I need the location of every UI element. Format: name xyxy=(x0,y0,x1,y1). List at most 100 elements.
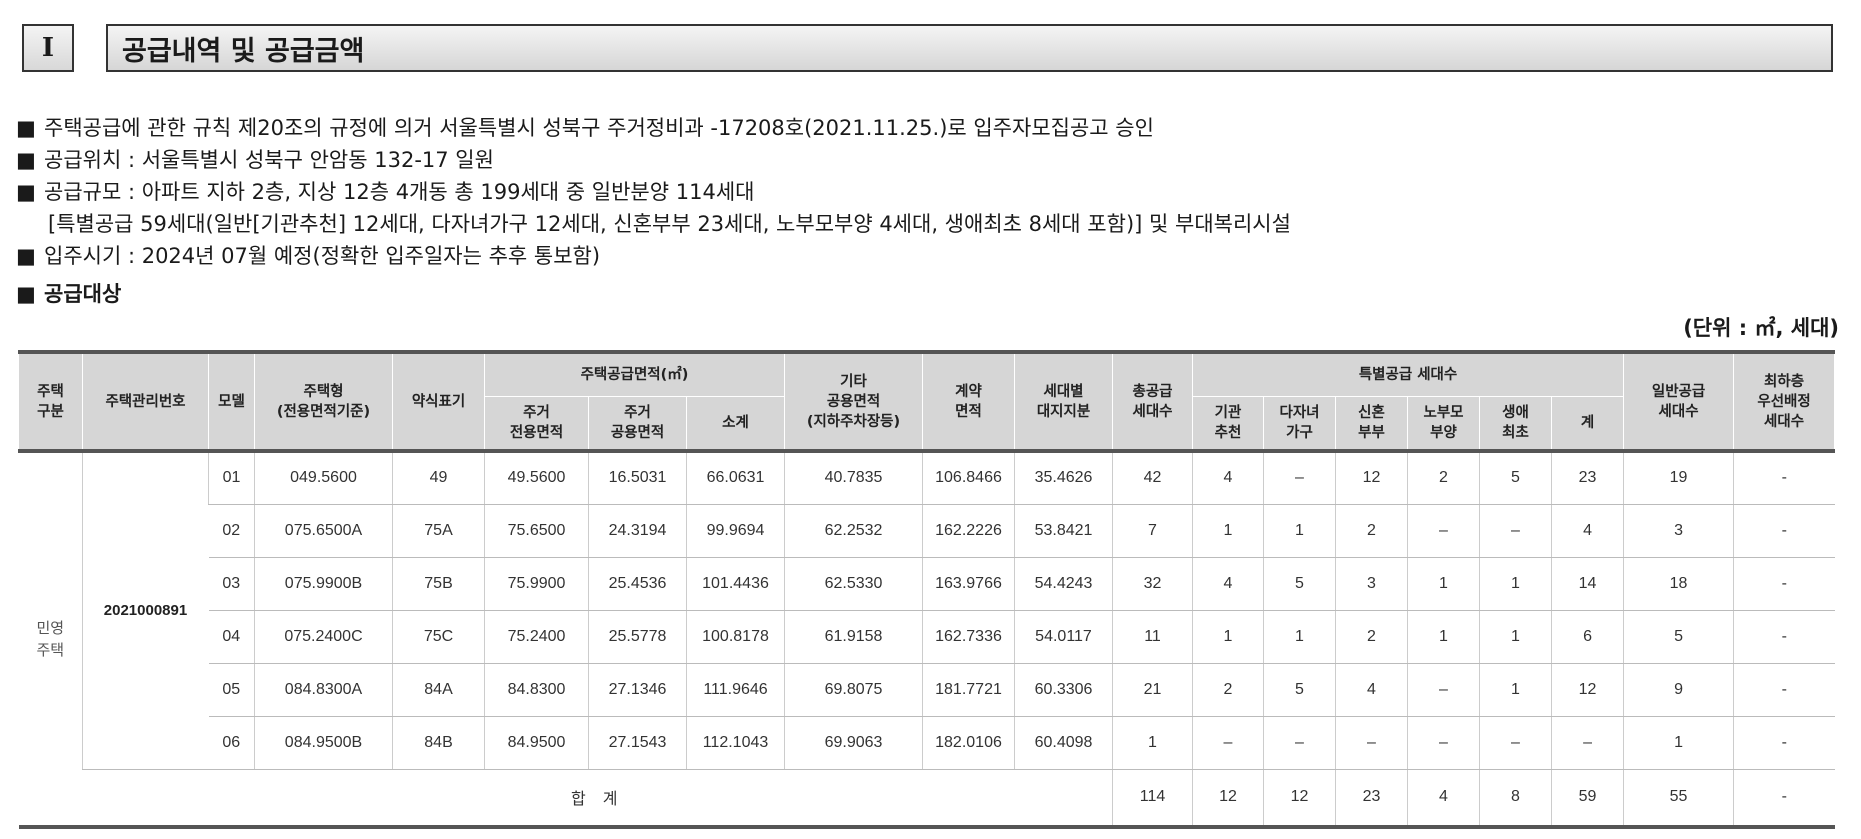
cell-land: 35.4626 xyxy=(1014,451,1113,505)
cell-land: 60.3306 xyxy=(1014,663,1113,717)
cell-model: 04 xyxy=(208,610,255,664)
cell-total: 1 xyxy=(1112,716,1193,770)
cell-total: 11 xyxy=(1112,610,1193,664)
cell-agency: 4 xyxy=(1192,557,1264,611)
cell-model: 06 xyxy=(208,716,255,770)
cell-subtotal: 101.4436 xyxy=(686,557,785,611)
cell-sp-total: 12 xyxy=(1550,663,1624,717)
cell-exclusive: 84.9500 xyxy=(484,716,589,770)
total-first: 8 xyxy=(1479,769,1552,828)
th-elderly: 노부모 부양 xyxy=(1407,395,1480,453)
table-row: 04 075.2400C 75C 75.2400 25.5778 100.817… xyxy=(19,610,1835,664)
cell-abbr: 84A xyxy=(392,663,485,717)
cell-first: 1 xyxy=(1479,610,1552,664)
total-supply: 114 xyxy=(1112,769,1193,828)
cell-total: 7 xyxy=(1112,504,1193,558)
table-row: 06 084.9500B 84B 84.9500 27.1543 112.104… xyxy=(19,716,1835,770)
cell-multi: 5 xyxy=(1263,663,1336,717)
total-sp-total: 59 xyxy=(1550,769,1624,828)
total-elderly: 4 xyxy=(1407,769,1480,828)
bullet-list: ■ 주택공급에 관한 규칙 제20조의 규정에 의거 서울특별시 성북구 주거정비… xyxy=(16,112,1291,310)
cell-newlywed: 2 xyxy=(1335,610,1408,664)
th-house-type: 주택형 (전용면적기준) xyxy=(254,351,393,453)
cell-land: 60.4098 xyxy=(1014,716,1113,770)
cell-type: 049.5600 xyxy=(254,451,393,505)
cell-first: 5 xyxy=(1479,451,1552,505)
cell-exclusive: 75.6500 xyxy=(484,504,589,558)
cell-subtotal: 99.9694 xyxy=(686,504,785,558)
mgmt-no-cell: 2021000891 xyxy=(82,451,209,770)
cell-common: 24.3194 xyxy=(588,504,687,558)
house-category-cell: 민영 주택 xyxy=(36,619,65,659)
table-body: 민영 주택 2021000891 01 049.5600 49 49.5600 … xyxy=(19,451,1835,828)
cell-abbr: 49 xyxy=(392,451,485,505)
cell-contract: 106.8466 xyxy=(922,451,1015,505)
cell-abbr: 75A xyxy=(392,504,485,558)
cell-first: 1 xyxy=(1479,663,1552,717)
cell-sp-total: 23 xyxy=(1550,451,1624,505)
cell-general: 1 xyxy=(1623,716,1734,770)
cell-multi: 1 xyxy=(1263,610,1336,664)
unit-note: (단위 : ㎡, 세대) xyxy=(1683,316,1839,340)
th-subtotal: 소계 xyxy=(686,395,785,453)
cell-first: – xyxy=(1479,716,1552,770)
total-label: 합 계 xyxy=(82,769,1113,828)
cell-first: 1 xyxy=(1479,557,1552,611)
th-contract-area: 계약 면적 xyxy=(922,351,1015,453)
cell-subtotal: 111.9646 xyxy=(686,663,785,717)
cell-lowest: - xyxy=(1733,716,1835,770)
bullet-square-icon: ■ xyxy=(16,148,36,172)
cell-exclusive: 84.8300 xyxy=(484,663,589,717)
cell-contract: 182.0106 xyxy=(922,716,1015,770)
th-total-supply: 총공급 세대수 xyxy=(1112,351,1193,453)
cell-elderly: 1 xyxy=(1407,610,1480,664)
th-agency: 기관 추천 xyxy=(1192,395,1264,453)
cell-type: 084.8300A xyxy=(254,663,393,717)
cell-general: 19 xyxy=(1623,451,1734,505)
cell-agency: 2 xyxy=(1192,663,1264,717)
th-newlywed: 신혼 부부 xyxy=(1335,395,1408,453)
bullet-location: ■ 공급위치 : 서울특별시 성북구 안암동 132-17 일원 xyxy=(16,144,1291,176)
cell-newlywed: 2 xyxy=(1335,504,1408,558)
cell-total: 21 xyxy=(1112,663,1193,717)
table-row: 05 084.8300A 84A 84.8300 27.1346 111.964… xyxy=(19,663,1835,717)
bullet-move-in: ■ 입주시기 : 2024년 07월 예정(정확한 입주일자는 추후 통보함) xyxy=(16,240,1291,272)
th-abbrev: 약식표기 xyxy=(392,351,485,453)
cell-abbr: 75B xyxy=(392,557,485,611)
cell-common: 16.5031 xyxy=(588,451,687,505)
bullet-scale-detail: [특별공급 59세대(일반[기관추천] 12세대, 다자녀가구 12세대, 신혼… xyxy=(48,212,1291,236)
cell-agency: – xyxy=(1192,716,1264,770)
cell-general: 9 xyxy=(1623,663,1734,717)
th-supply-area: 주택공급면적(㎡) xyxy=(484,351,785,397)
bullet-square-icon: ■ xyxy=(16,244,36,268)
cell-exclusive: 49.5600 xyxy=(484,451,589,505)
cell-sp-total: 14 xyxy=(1550,557,1624,611)
cell-contract: 163.9766 xyxy=(922,557,1015,611)
cell-general: 5 xyxy=(1623,610,1734,664)
bullet-supply-target: ■ 공급대상 xyxy=(16,278,1291,310)
th-mgmt-no: 주택관리번호 xyxy=(82,351,209,453)
cell-land: 54.4243 xyxy=(1014,557,1113,611)
th-other-common: 기타 공용면적 (지하주차장등) xyxy=(784,351,923,453)
cell-exclusive: 75.9900 xyxy=(484,557,589,611)
cell-total: 42 xyxy=(1112,451,1193,505)
bullet-approval: ■ 주택공급에 관한 규칙 제20조의 규정에 의거 서울특별시 성북구 주거정비… xyxy=(16,112,1291,144)
cell-type: 075.2400C xyxy=(254,610,393,664)
cell-lowest: - xyxy=(1733,663,1835,717)
cell-other: 62.2532 xyxy=(784,504,923,558)
cell-elderly: 1 xyxy=(1407,557,1480,611)
cell-lowest: - xyxy=(1733,504,1835,558)
cell-type: 075.6500A xyxy=(254,504,393,558)
cell-contract: 181.7721 xyxy=(922,663,1015,717)
total-lowest: - xyxy=(1733,769,1835,828)
th-land-share: 세대별 대지지분 xyxy=(1014,351,1113,453)
cell-multi: 1 xyxy=(1263,504,1336,558)
cell-subtotal: 100.8178 xyxy=(686,610,785,664)
cell-other: 62.5330 xyxy=(784,557,923,611)
cell-subtotal: 66.0631 xyxy=(686,451,785,505)
cell-subtotal: 112.1043 xyxy=(686,716,785,770)
cell-common: 25.5778 xyxy=(588,610,687,664)
bullet-square-icon: ■ xyxy=(16,116,36,140)
cell-first: – xyxy=(1479,504,1552,558)
cell-sp-total: 4 xyxy=(1550,504,1624,558)
